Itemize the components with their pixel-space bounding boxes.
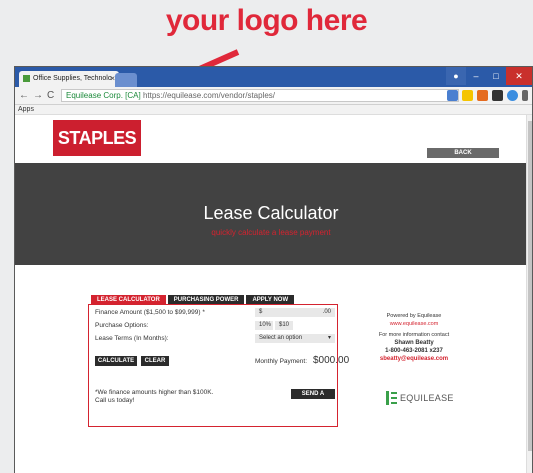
window-controls: ● – □ ✕ [446,67,532,85]
contact-email-link[interactable]: sbeatty@equilease.com [359,355,469,363]
staples-logo: STAPLES [53,120,141,156]
extension-icons [447,90,528,101]
finance-note-line2: Call us today! [95,397,135,404]
extension-icon[interactable] [492,90,503,101]
finance-amount-input[interactable]: $ .00 [255,308,335,317]
cents-suffix: .00 [322,309,331,315]
apps-bookmark[interactable]: Apps [18,106,34,113]
contact-note: For more information contact [378,332,450,338]
currency-prefix: $ [259,309,263,315]
nav-buttons: ←→C [19,90,58,101]
equilease-logo: EQUILEASE [386,391,454,405]
web-page: STAPLES BACK Lease Calculator quickly ca… [15,115,532,473]
extension-icon[interactable] [447,90,458,101]
page-scrollbar[interactable] [526,115,532,473]
contact-sidebar: Powered by Equilease www.equilease.com F… [359,312,469,363]
clear-button[interactable]: CLEAR [141,356,169,366]
equilease-mark-icon [386,391,397,405]
option-10-dollar[interactable]: $10 [275,321,293,330]
new-tab-button[interactable] [115,73,137,87]
lease-terms-value: Select an option [259,335,303,341]
url-input[interactable]: Equilease Corp. [CA] https://equilease.c… [61,89,459,102]
lease-terms-label: Lease Terms (In Months): [95,335,169,342]
monthly-payment-value: $000.00 [313,355,350,366]
tab-title: Office Supplies, Technolo [33,75,112,82]
contact-phone: 1-800-463-2081 x237 [385,348,443,354]
dropdown-arrow-icon: ▾ [327,335,331,341]
contact-name: Shawn Beatty [394,340,434,346]
page-subtitle: quickly calculate a lease payment [211,228,331,237]
extension-icon[interactable] [507,90,518,101]
option-10-percent[interactable]: 10% [255,321,273,330]
bookmarks-bar: Apps [15,105,532,115]
monthly-payment-label: Monthly Payment: [255,358,308,365]
calculate-button[interactable]: CALCULATE [95,356,137,366]
finance-amount-label: Finance Amount ($1,500 to $99,999) * [95,309,205,316]
secure-lock-label: Equilease Corp. [CA] [66,91,141,100]
menu-icon[interactable] [522,90,528,101]
logo-placeholder-caption: your logo here [165,4,368,37]
equilease-site-link[interactable]: www.equilease.com [359,320,469,328]
user-icon[interactable]: ● [446,67,466,85]
back-button[interactable]: BACK [427,148,499,158]
page-title: Lease Calculator [203,203,339,223]
hero-banner: Lease Calculator quickly calculate a lea… [15,163,527,265]
address-bar-row: ←→C Equilease Corp. [CA] https://equilea… [15,87,532,105]
title-bar: Office Supplies, Technolo × ● – □ ✕ [15,67,532,87]
url-text: https://equilease.com/vendor/staples/ [142,91,276,100]
forward-arrow-icon[interactable]: → [33,90,47,101]
close-icon[interactable]: ✕ [506,67,532,85]
lease-calculator-panel: Finance Amount ($1,500 to $99,999) * $ .… [88,304,349,427]
browser-window: Office Supplies, Technolo × ● – □ ✕ ←→C … [14,66,533,473]
back-arrow-icon[interactable]: ← [19,90,33,101]
lease-terms-select[interactable]: Select an option ▾ [255,334,335,343]
offer-extension-icon[interactable] [477,90,488,101]
scrollbar-thumb[interactable] [528,121,532,451]
maximize-icon[interactable]: □ [486,67,506,85]
favicon-icon [23,75,30,82]
bookmark-star-icon[interactable] [462,90,473,101]
browser-tab[interactable]: Office Supplies, Technolo × [19,71,119,87]
equilease-wordmark: EQUILEASE [400,393,454,403]
reload-icon[interactable]: C [47,90,58,101]
send-quote-button[interactable]: SEND A QUOTE [291,389,335,407]
purchase-options-label: Purchase Options: [95,322,149,329]
powered-by-text: Powered by Equilease [386,313,442,319]
finance-note-line1: *We finance amounts higher than $100K. [95,389,214,396]
minimize-icon[interactable]: – [466,67,486,85]
